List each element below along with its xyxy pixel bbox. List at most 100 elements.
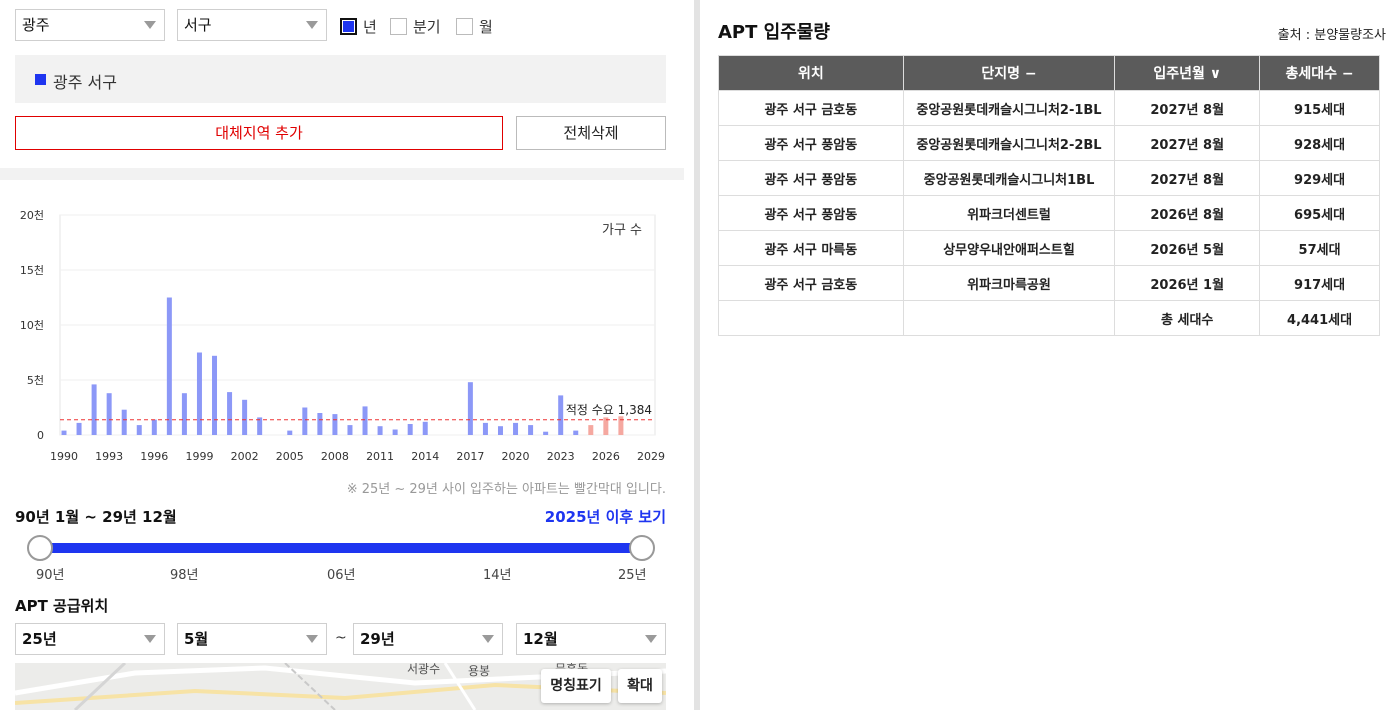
from-month-select[interactable]: 5월 [177, 623, 327, 655]
cell-date: 2027년 8월 [1114, 90, 1261, 126]
section-separator [0, 168, 684, 180]
cell-date: 2027년 8월 [1114, 125, 1261, 161]
region-select[interactable]: 광주 [15, 9, 165, 41]
chevron-down-icon [306, 21, 318, 29]
total-label: 총 세대수 [1114, 300, 1261, 336]
data-source: 출처 : 분양물량조사 [1277, 28, 1386, 43]
col-complex-name[interactable]: 단지명 − [902, 55, 1116, 91]
period-month-checkbox[interactable]: 월 [456, 16, 493, 37]
y-tick-label: 10천 [20, 318, 44, 332]
range-slider-end-handle[interactable] [629, 535, 655, 561]
table-row[interactable]: 광주 서구 금호동 위파크마륵공원 2026년 1월 917세대 [718, 265, 1380, 301]
x-tick-label: 2002 [231, 450, 259, 463]
bar [392, 429, 398, 435]
x-tick-label: 2014 [411, 450, 439, 463]
left-panel: 광주 서구 년 분기 월 광주 서구 대체지역 추가 전체삭제 20천 15천 10… [0, 0, 684, 710]
bar [422, 421, 428, 435]
demand-label: 적정 수요 1,384 [566, 403, 652, 417]
to-month-select[interactable]: 12월 [516, 623, 666, 655]
col-move-in-date[interactable]: 입주년월 ∨ [1114, 55, 1261, 91]
total-value: 4,441세대 [1259, 300, 1380, 336]
bar [362, 406, 368, 435]
supply-table: 위치 단지명 − 입주년월 ∨ 총세대수 − 광주 서구 금호동 중앙공원롯데캐… [718, 55, 1380, 336]
cell-date: 2026년 1월 [1114, 265, 1261, 301]
bar [287, 430, 293, 435]
slider-label: 06년 [327, 568, 356, 583]
bar [106, 393, 112, 435]
bar [121, 409, 127, 435]
x-tick-label: 2026 [592, 450, 620, 463]
cell-complex: 상무양우내안애퍼스트힐 [902, 230, 1116, 266]
bar [227, 392, 233, 435]
bar [212, 355, 218, 435]
x-tick-label: 1990 [50, 450, 78, 463]
table-row[interactable]: 광주 서구 풍암동 중앙공원롯데캐슬시그니처1BL 2027년 8월 929세대 [718, 160, 1380, 196]
range-slider-track[interactable] [40, 543, 642, 553]
cell-location: 광주 서구 풍암동 [718, 195, 904, 231]
x-tick-label: 2005 [276, 450, 304, 463]
x-tick-label: 2029 [637, 450, 665, 463]
map-zoom-button[interactable]: 확대 [618, 669, 662, 703]
table-row[interactable]: 광주 서구 금호동 중앙공원롯데캐슬시그니처2-1BL 2027년 8월 915… [718, 90, 1380, 126]
slider-label: 25년 [618, 568, 647, 583]
cell-empty [718, 300, 904, 336]
region-select-value: 광주 [22, 16, 50, 34]
right-title: APT 입주물량 [718, 22, 830, 43]
cell-units: 917세대 [1259, 265, 1380, 301]
table-header-row: 위치 단지명 − 입주년월 ∨ 총세대수 − [718, 55, 1380, 91]
table-row[interactable]: 광주 서구 마륵동 상무양우내안애퍼스트힐 2026년 5월 57세대 [718, 230, 1380, 266]
map-label: 서광수 [407, 663, 441, 676]
table-total-row: 총 세대수 4,441세대 [718, 300, 1380, 336]
to-year-select[interactable]: 29년 [353, 623, 503, 655]
bar [166, 297, 172, 435]
y-tick-label: 15천 [20, 263, 44, 277]
cell-units: 915세대 [1259, 90, 1380, 126]
period-year-checkbox[interactable]: 년 [340, 16, 377, 37]
chart-note: ※ 25년 ~ 29년 사이 입주하는 아파트는 빨간막대 입니다. [346, 482, 666, 497]
range-tilde: ~ [335, 630, 347, 646]
bar [497, 426, 503, 435]
col-location[interactable]: 위치 [718, 55, 904, 91]
bar [332, 414, 338, 435]
period-quarter-checkbox[interactable]: 분기 [390, 16, 441, 37]
panel-divider[interactable] [694, 0, 700, 710]
bar [482, 422, 488, 435]
selected-region-box: 광주 서구 [15, 55, 666, 103]
cell-location: 광주 서구 금호동 [718, 265, 904, 301]
col-total-units[interactable]: 총세대수 − [1259, 55, 1380, 91]
after-2025-link[interactable]: 2025년 이후 보기 [545, 506, 666, 527]
map-label: 용봉 [468, 664, 491, 678]
delete-all-button[interactable]: 전체삭제 [516, 116, 666, 150]
chart-legend: 가구 수 [602, 223, 642, 238]
range-text: 90년 1월 ~ 29년 12월 [15, 508, 177, 526]
bar [467, 382, 473, 435]
bar [181, 393, 187, 435]
bar [347, 425, 353, 435]
bar [317, 413, 323, 435]
x-tick-label: 2020 [502, 450, 530, 463]
bar [151, 419, 157, 435]
bar [61, 430, 67, 435]
map-label-toggle-button[interactable]: 명칭표기 [541, 669, 611, 703]
range-slider-start-handle[interactable] [27, 535, 53, 561]
table-row[interactable]: 광주 서구 풍암동 중앙공원롯데캐슬시그니처2-2BL 2027년 8월 928… [718, 125, 1380, 161]
cell-location: 광주 서구 마륵동 [718, 230, 904, 266]
bar [513, 422, 519, 435]
bar [528, 425, 534, 435]
district-select[interactable]: 서구 [177, 9, 327, 41]
bar [407, 424, 413, 435]
bar [543, 431, 549, 435]
legend-square-icon [35, 74, 46, 85]
from-year-value: 25년 [22, 630, 57, 648]
table-row[interactable]: 광주 서구 풍암동 위파크더센트럴 2026년 8월 695세대 [718, 195, 1380, 231]
period-month-label: 월 [479, 18, 493, 36]
cell-units: 57세대 [1259, 230, 1380, 266]
from-year-select[interactable]: 25년 [15, 623, 165, 655]
cell-location: 광주 서구 풍암동 [718, 125, 904, 161]
x-tick-label: 2023 [547, 450, 575, 463]
cell-units: 695세대 [1259, 195, 1380, 231]
cell-complex: 중앙공원롯데캐슬시그니처2-2BL [902, 125, 1116, 161]
bar [91, 384, 97, 435]
cell-complex: 중앙공원롯데캐슬시그니처2-1BL [902, 90, 1116, 126]
add-region-button[interactable]: 대체지역 추가 [15, 116, 503, 150]
